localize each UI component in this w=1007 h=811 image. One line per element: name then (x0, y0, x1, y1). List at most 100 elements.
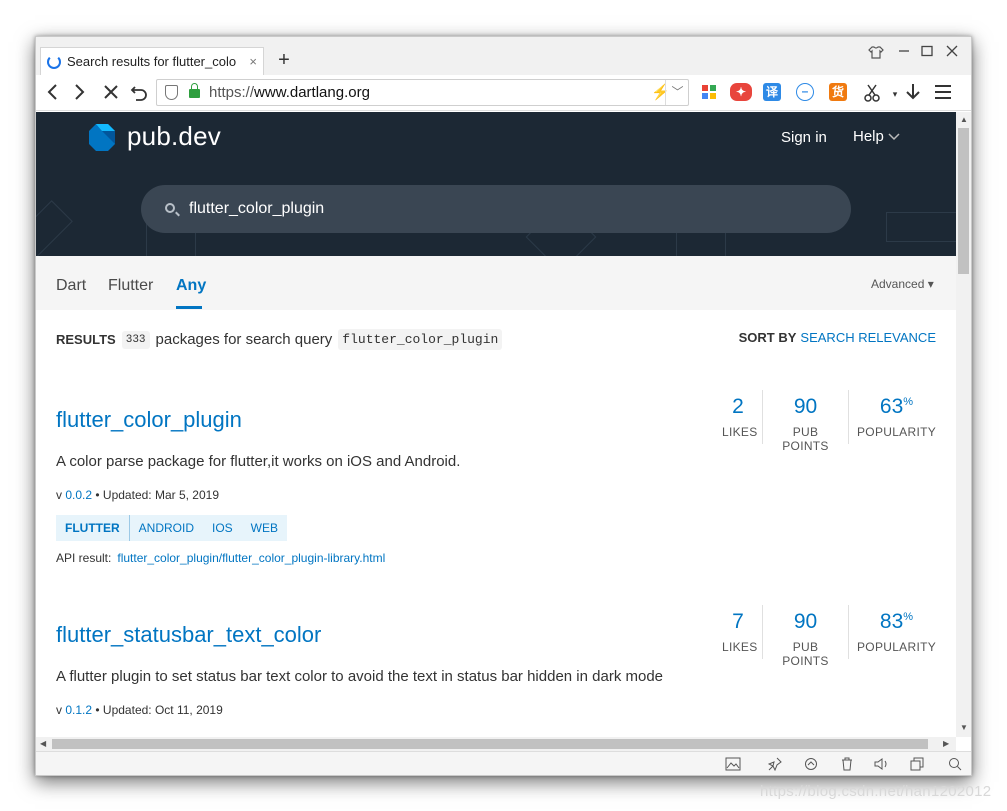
version-prefix: v (56, 488, 66, 502)
refresh-icon[interactable] (804, 757, 818, 771)
help-label: Help (853, 128, 884, 145)
close-window-icon[interactable] (946, 45, 958, 57)
skin-icon[interactable] (868, 45, 884, 59)
popularity-stat: 83% POPULARITY (848, 605, 936, 659)
shield-icon[interactable] (165, 85, 178, 100)
version-link[interactable]: 0.1.2 (65, 703, 92, 717)
api-result-label: API result: (56, 551, 112, 565)
popularity-number: 63 (879, 395, 904, 418)
site-logo[interactable]: pub.dev (127, 121, 221, 152)
likes-label: LIKES (722, 425, 758, 439)
address-bar[interactable]: https://www.dartlang.org ⚡ ﹀ (156, 79, 689, 106)
scroll-down-icon[interactable]: ▼ (960, 723, 968, 732)
tab-bar: Search results for flutter_colo × + (36, 37, 971, 75)
points-value: 90 (793, 395, 818, 418)
dart-logo-icon[interactable] (88, 122, 116, 152)
points-stat: 90 PUB POINTS (762, 390, 848, 453)
scroll-right-icon[interactable]: ▶ (943, 739, 949, 748)
package-description: A color parse package for flutter,it wor… (56, 453, 461, 470)
stop-icon[interactable] (100, 81, 122, 103)
speaker-icon[interactable] (874, 757, 890, 771)
platform-tags: FLUTTER ANDROID IOS WEB (56, 515, 288, 541)
sdk-tabs: Dart Flutter Any Advanced ▾ (36, 256, 956, 310)
likes-value: 7 (732, 610, 744, 633)
translate-icon[interactable]: 译 (763, 83, 781, 101)
results-summary: RESULTS 333 packages for search query fl… (56, 329, 503, 350)
package-name-link[interactable]: flutter_statusbar_text_color (56, 622, 321, 648)
search-query-text: flutter_color_plugin (189, 200, 325, 217)
nav-toolbar: https://www.dartlang.org ⚡ ﹀ ✦ 译 – 货 ▾ (36, 75, 971, 111)
results-count: 333 (121, 330, 150, 349)
likes-label: LIKES (722, 640, 758, 654)
tag-android[interactable]: ANDROID (130, 515, 203, 541)
browser-window: Search results for flutter_colo × + http… (35, 36, 972, 776)
lock-icon (189, 83, 200, 98)
image-icon[interactable] (725, 757, 741, 771)
minimize-icon[interactable] (898, 45, 910, 57)
minus-circle-icon[interactable]: – (796, 83, 814, 101)
tab-close-icon[interactable]: × (249, 54, 257, 69)
coupon-icon[interactable]: 货 (829, 83, 847, 101)
trash-icon[interactable] (840, 757, 854, 771)
results-query: flutter_color_plugin (338, 329, 503, 350)
vertical-scroll-thumb[interactable] (958, 128, 969, 274)
tab-dart[interactable]: Dart (56, 277, 86, 295)
url-host: www.dartlang.org (254, 84, 370, 101)
popularity-value: 83% (857, 610, 936, 634)
chevron-down-icon (888, 133, 900, 141)
horizontal-scroll-thumb[interactable] (52, 739, 928, 749)
likes-stat: 7 LIKES (714, 605, 762, 659)
tab-title: Search results for flutter_colo (67, 54, 237, 69)
points-label: PUB POINTS (782, 425, 829, 453)
decor-shape (886, 212, 956, 242)
version-link[interactable]: 0.0.2 (65, 488, 92, 502)
zoom-icon[interactable] (948, 757, 962, 771)
download-icon[interactable] (902, 81, 924, 103)
package-meta: v 0.0.2 • Updated: Mar 5, 2019 (56, 488, 219, 502)
results-text: packages for search query (155, 331, 333, 348)
url-text[interactable]: https://www.dartlang.org (209, 84, 370, 101)
forward-icon[interactable] (68, 81, 90, 103)
sort-value-link[interactable]: SEARCH RELEVANCE (800, 330, 936, 345)
gamepad-icon[interactable]: ✦ (730, 83, 752, 101)
search-input[interactable]: flutter_color_plugin (141, 185, 851, 233)
scissors-icon[interactable] (862, 82, 884, 104)
popularity-value: 63% (857, 395, 936, 419)
points-value: 90 (793, 610, 818, 633)
scroll-left-icon[interactable]: ◀ (40, 739, 46, 748)
points-stat: 90 PUB POINTS (762, 605, 848, 668)
tab-any[interactable]: Any (176, 277, 206, 295)
back-icon[interactable] (42, 81, 64, 103)
popularity-number: 83 (879, 610, 904, 633)
package-name-link[interactable]: flutter_color_plugin (56, 407, 242, 433)
url-dropdown-icon[interactable]: ﹀ (665, 80, 689, 105)
package-stats: 2 LIKES 90 PUB POINTS 63% POPULARITY (714, 390, 936, 453)
sign-in-link[interactable]: Sign in (781, 129, 827, 146)
window-icon[interactable] (910, 757, 924, 771)
pin-icon[interactable] (768, 757, 782, 771)
advanced-dropdown[interactable]: Advanced ▾ (871, 277, 934, 291)
tag-web[interactable]: WEB (242, 515, 287, 541)
api-result-link[interactable]: flutter_color_plugin/flutter_color_plugi… (117, 551, 385, 565)
tag-flutter[interactable]: FLUTTER (56, 515, 130, 541)
scroll-up-icon[interactable]: ▲ (960, 115, 968, 124)
menu-icon[interactable] (932, 81, 954, 103)
apps-grid-icon[interactable] (700, 83, 718, 101)
tag-ios[interactable]: IOS (203, 515, 242, 541)
loading-spinner-icon (47, 54, 61, 69)
reload-icon[interactable] (128, 81, 150, 103)
horizontal-scrollbar[interactable]: ◀ ▶ (36, 737, 956, 751)
help-menu[interactable]: Help (853, 128, 900, 145)
new-tab-button[interactable]: + (274, 47, 294, 73)
popularity-label: POPULARITY (857, 425, 937, 439)
maximize-icon[interactable] (921, 45, 933, 57)
vertical-scrollbar[interactable]: ▲ ▼ (956, 112, 971, 737)
tab-flutter[interactable]: Flutter (108, 277, 153, 295)
percent-sign: % (903, 396, 914, 408)
version-prefix: v (56, 703, 66, 717)
popularity-stat: 63% POPULARITY (848, 390, 936, 444)
browser-tab[interactable]: Search results for flutter_colo × (40, 47, 264, 75)
updated-date: • Updated: Oct 11, 2019 (92, 703, 223, 717)
decor-shape (36, 200, 73, 256)
active-tab-underline (176, 306, 202, 309)
